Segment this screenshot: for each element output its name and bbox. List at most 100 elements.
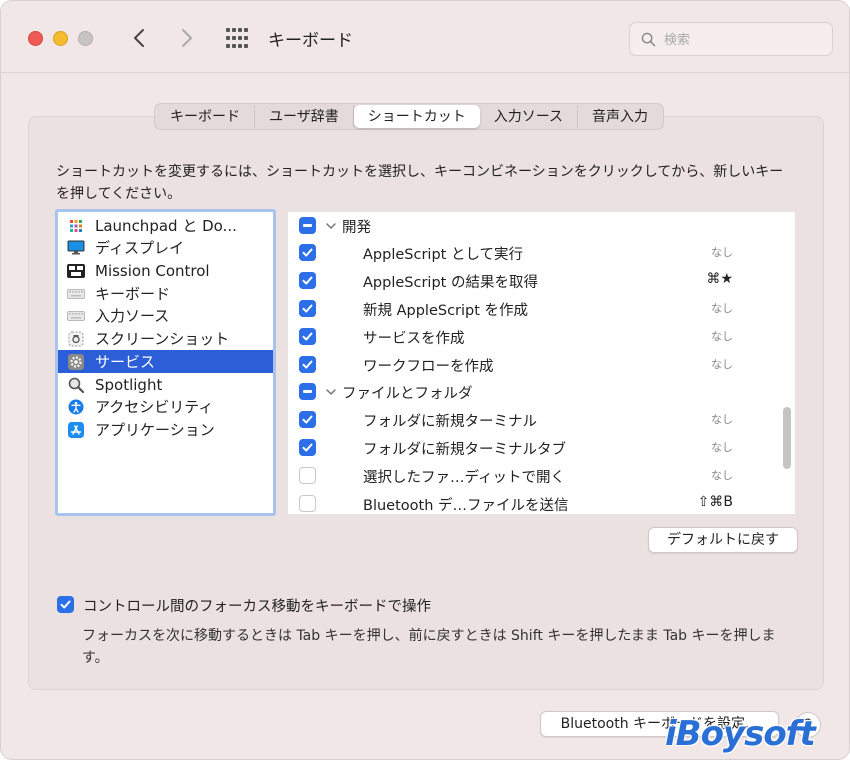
shortcut-label: フォルダに新規ターミナル [363, 414, 537, 430]
shortcut-checkbox[interactable] [299, 495, 316, 512]
shortcut-group-row: ファイルとフォルダ [288, 378, 795, 406]
shortcut-key[interactable]: なし [711, 356, 733, 372]
category-applications[interactable]: アプリケーション [58, 418, 273, 441]
launchpad-icon [66, 218, 86, 234]
category-label: Launchpad と Do... [95, 217, 237, 235]
zoom-window-button[interactable] [78, 31, 93, 46]
category-label: ディスプレイ [95, 239, 184, 257]
shortcut-checkbox[interactable] [299, 411, 316, 428]
shortcut-label: サービスを作成 [363, 331, 465, 347]
shortcut-row[interactable]: フォルダに新規ターミナル なし [288, 406, 795, 434]
spotlight-icon [66, 377, 86, 393]
shortcut-key[interactable]: ⌘★ [706, 271, 733, 287]
search-field[interactable] [629, 22, 833, 56]
watermark-logo: iBoysoft [665, 714, 816, 754]
category-label: 入力ソース [95, 307, 170, 325]
category-screenshot[interactable]: スクリーンショット [58, 327, 273, 350]
category-spotlight[interactable]: Spotlight [58, 373, 273, 396]
category-label: Mission Control [95, 261, 210, 280]
forward-icon[interactable] [173, 25, 199, 51]
shortcut-label: 選択したファ…ディットで開く [363, 470, 565, 486]
shortcut-checkbox[interactable] [299, 272, 316, 289]
app-store-icon [66, 421, 86, 438]
shortcut-checkbox[interactable] [299, 356, 316, 373]
tab-dictation[interactable]: 音声入力 [578, 105, 662, 128]
chevron-down-icon[interactable] [325, 220, 337, 232]
close-window-button[interactable] [28, 31, 43, 46]
shortcut-label: フォルダに新規ターミナルタブ [363, 442, 566, 458]
shortcut-label: Bluetooth デ…ファイルを送信 [363, 498, 569, 514]
window-title: キーボード [268, 31, 353, 51]
instructions-text: ショートカットを変更するには、ショートカットを選択し、キーコンビネーションをクリ… [56, 164, 784, 202]
shortcut-checkbox[interactable] [299, 328, 316, 345]
accessibility-icon [66, 399, 86, 415]
back-icon[interactable] [127, 25, 153, 51]
shortcut-row[interactable]: 選択したファ…ディットで開く なし [288, 462, 795, 490]
category-label: サービス [95, 353, 156, 371]
show-all-grid-icon[interactable] [225, 27, 249, 49]
display-icon [66, 240, 86, 256]
shortcut-label: ワークフローを作成 [363, 359, 494, 375]
restore-defaults-button[interactable]: デフォルトに戻す [648, 527, 798, 553]
group-checkbox[interactable] [299, 383, 316, 400]
tab-user-dictionary[interactable]: ユーザ辞書 [255, 105, 354, 128]
group-checkbox[interactable] [299, 217, 316, 234]
group-label: 開発 [342, 220, 371, 236]
category-display[interactable]: ディスプレイ [58, 236, 273, 259]
category-services[interactable]: サービス [58, 350, 273, 373]
category-list: Launchpad と Do... ディスプレイ Mission Control… [55, 209, 276, 516]
keyboard-navigation-checkbox[interactable] [57, 596, 74, 613]
shortcut-list: 開発 AppleScript として実行 なし AppleScript の結果を… [288, 212, 795, 514]
category-label: スクリーンショット [95, 330, 230, 348]
minimize-window-button[interactable] [53, 31, 68, 46]
category-label: キーボード [95, 285, 171, 303]
shortcut-key[interactable]: ⇧⌘B [698, 494, 733, 510]
category-label: Spotlight [95, 375, 163, 394]
shortcut-list-scrollbar[interactable] [783, 407, 791, 469]
shortcut-key[interactable]: なし [711, 439, 733, 455]
keyboard-navigation-label[interactable]: コントロール間のフォーカス移動をキーボードで操作 [83, 595, 431, 616]
category-label: アクセシビリティ [95, 398, 214, 416]
shortcut-label: AppleScript の結果を取得 [363, 275, 538, 291]
mission-control-icon [66, 263, 86, 279]
category-accessibility[interactable]: アクセシビリティ [58, 395, 273, 418]
shortcut-row[interactable]: AppleScript の結果を取得 ⌘★ [288, 267, 795, 295]
category-label: アプリケーション [95, 421, 215, 439]
shortcut-group-row: 開発 [288, 212, 795, 240]
shortcut-label: AppleScript として実行 [363, 247, 524, 263]
category-mission-control[interactable]: Mission Control [58, 259, 273, 282]
shortcut-row[interactable]: ワークフローを作成 なし [288, 351, 795, 379]
chevron-down-icon[interactable] [325, 386, 337, 398]
category-launchpad[interactable]: Launchpad と Do... [58, 214, 273, 237]
tab-keyboard[interactable]: キーボード [156, 105, 255, 128]
shortcut-row[interactable]: Bluetooth デ…ファイルを送信 ⇧⌘B [288, 490, 795, 514]
tab-input-sources[interactable]: 入力ソース [480, 105, 579, 128]
category-input-sources[interactable]: 入力ソース [58, 304, 273, 327]
screenshot-icon [66, 331, 86, 347]
category-keyboard[interactable]: キーボード [58, 282, 273, 305]
tab-shortcuts[interactable]: ショートカット [353, 105, 480, 128]
shortcut-key[interactable]: なし [711, 411, 733, 427]
search-input[interactable] [664, 29, 824, 51]
shortcut-checkbox[interactable] [299, 467, 316, 484]
keyboard-navigation-description: フォーカスを次に移動するときは Tab キーを押し、前に戻すときは Shift … [82, 628, 776, 666]
shortcut-key[interactable]: なし [711, 300, 733, 316]
shortcut-key[interactable]: なし [711, 244, 733, 260]
shortcut-checkbox[interactable] [299, 439, 316, 456]
shortcut-row[interactable]: 新規 AppleScript を作成 なし [288, 295, 795, 323]
input-source-icon [66, 308, 86, 324]
shortcut-key[interactable]: なし [711, 467, 733, 483]
search-icon [641, 32, 656, 47]
shortcut-checkbox[interactable] [299, 244, 316, 261]
shortcut-label: 新規 AppleScript を作成 [363, 303, 529, 319]
keyboard-icon [66, 286, 86, 302]
shortcut-row[interactable]: サービスを作成 なし [288, 323, 795, 351]
shortcut-key[interactable]: なし [711, 328, 733, 344]
shortcut-row[interactable]: フォルダに新規ターミナルタブ なし [288, 434, 795, 462]
title-bar: キーボード [1, 1, 849, 73]
shortcut-row[interactable]: AppleScript として実行 なし [288, 239, 795, 267]
tab-bar: キーボード ユーザ辞書 ショートカット 入力ソース 音声入力 [154, 103, 665, 130]
preferences-window: キーボード キーボード ユーザ辞書 ショートカット 入力ソース 音声入力 ショー… [0, 0, 850, 760]
group-label: ファイルとフォルダ [342, 386, 473, 402]
shortcut-checkbox[interactable] [299, 300, 316, 317]
